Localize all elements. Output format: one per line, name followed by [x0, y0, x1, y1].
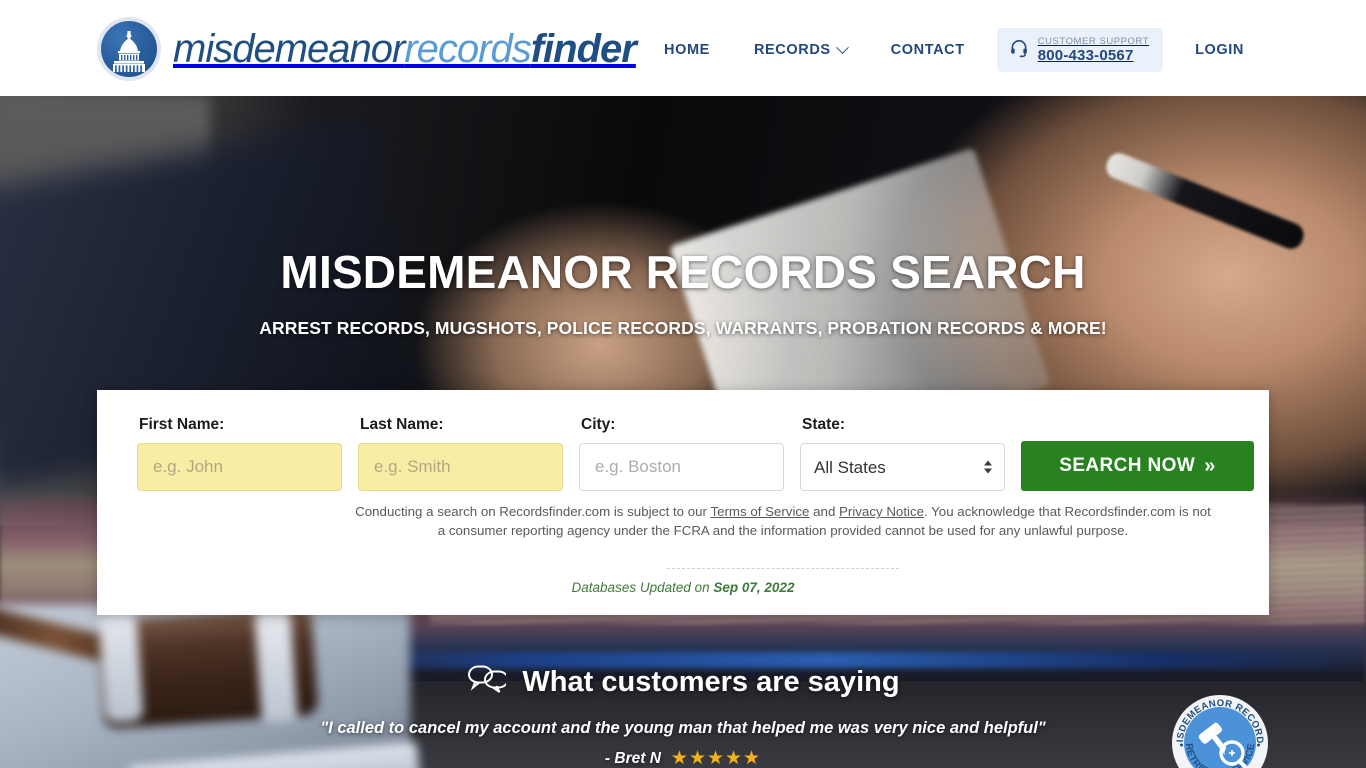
disclaimer-text-part2: and: [809, 504, 840, 519]
testimonial-author-row: - Bret N ★★★★★: [0, 749, 1366, 768]
nav-item-contact-label: CONTACT: [890, 42, 965, 59]
logo-wordmark: misdemeanorrecordsfinder: [173, 27, 637, 71]
speech-bubbles-icon: [466, 662, 510, 702]
first-name-field-group: First Name:: [137, 416, 342, 491]
nav-item-login[interactable]: LOGIN: [1173, 30, 1266, 70]
card-divider: [667, 568, 899, 569]
capitol-dome-icon: [97, 17, 161, 81]
headset-icon: [1009, 38, 1029, 63]
nav-item-home[interactable]: HOME: [642, 30, 732, 70]
last-name-field-group: Last Name:: [358, 416, 563, 491]
search-now-label: SEARCH NOW: [1059, 455, 1196, 476]
logo-word-misdemeanor: misdemeanor: [173, 27, 405, 71]
disclaimer-text-part1: Conducting a search on Recordsfinder.com…: [355, 504, 711, 519]
customer-support-phone: 800-433-0567: [1037, 46, 1134, 64]
main-navigation: HOME RECORDS CONTACT CUSTOMER SUPPORT 80…: [642, 28, 1266, 73]
databases-updated-date: Sep 07, 2022: [713, 580, 795, 595]
testimonials-heading-label: What customers are saying: [522, 665, 900, 698]
state-field-group: State: All StatesAlabamaAlaskaArizonaArk…: [800, 416, 1005, 491]
testimonials-heading: What customers are saying: [0, 662, 1366, 702]
privacy-notice-link[interactable]: Privacy Notice: [839, 504, 924, 519]
site-logo[interactable]: misdemeanorrecordsfinder: [97, 17, 637, 81]
logo-word-finder: finder: [530, 27, 637, 71]
nav-item-login-label: LOGIN: [1195, 42, 1244, 59]
search-now-button[interactable]: SEARCH NOW »: [1021, 441, 1254, 491]
city-input[interactable]: [579, 443, 784, 491]
city-label: City:: [581, 416, 616, 433]
records-search-form: First Name: Last Name: City: State: All …: [137, 416, 1254, 491]
first-name-input[interactable]: [137, 443, 342, 491]
testimonial-author: - Bret N: [604, 749, 661, 767]
databases-updated-prefix: Databases Updated on: [571, 580, 714, 595]
hero-section: MISDEMEANOR RECORDS SEARCH ARREST RECORD…: [0, 96, 1366, 768]
double-chevron-right-icon: »: [1204, 455, 1216, 477]
chevron-down-icon: [835, 40, 849, 54]
first-name-label: First Name:: [139, 416, 225, 433]
logo-word-records: records: [404, 27, 531, 71]
site-header: misdemeanorrecordsfinder HOME RECORDS CO…: [0, 0, 1366, 96]
search-card: First Name: Last Name: City: State: All …: [97, 390, 1269, 615]
page-subtitle: ARREST RECORDS, MUGSHOTS, POLICE RECORDS…: [259, 318, 1107, 338]
nav-item-records-label: RECORDS: [753, 42, 831, 59]
state-select[interactable]: All StatesAlabamaAlaskaArizonaArkansasCa…: [800, 443, 1005, 491]
last-name-label: Last Name:: [360, 416, 444, 433]
search-disclaimer: Conducting a search on Recordsfinder.com…: [350, 503, 1216, 540]
terms-of-service-link[interactable]: Terms of Service: [710, 504, 809, 519]
testimonial-quote: "I called to cancel my account and the y…: [320, 719, 1046, 737]
rating-stars: ★★★★★: [670, 748, 762, 768]
page-title: MISDEMEANOR RECORDS SEARCH: [280, 246, 1086, 298]
databases-updated-text: Databases Updated on Sep 07, 2022: [97, 580, 1269, 595]
nav-item-home-label: HOME: [664, 42, 710, 59]
state-label: State:: [802, 416, 846, 433]
customer-support-button[interactable]: CUSTOMER SUPPORT 800-433-0567: [996, 28, 1164, 73]
last-name-input[interactable]: [358, 443, 563, 491]
misdemeanor-records-retrieval-service-seal: MISDEMEANOR RECORDS RETRIEVAL SERVICE: [1166, 685, 1270, 768]
nav-item-contact[interactable]: CONTACT: [869, 30, 987, 70]
nav-item-records[interactable]: RECORDS: [732, 30, 869, 70]
city-field-group: City:: [579, 416, 784, 491]
